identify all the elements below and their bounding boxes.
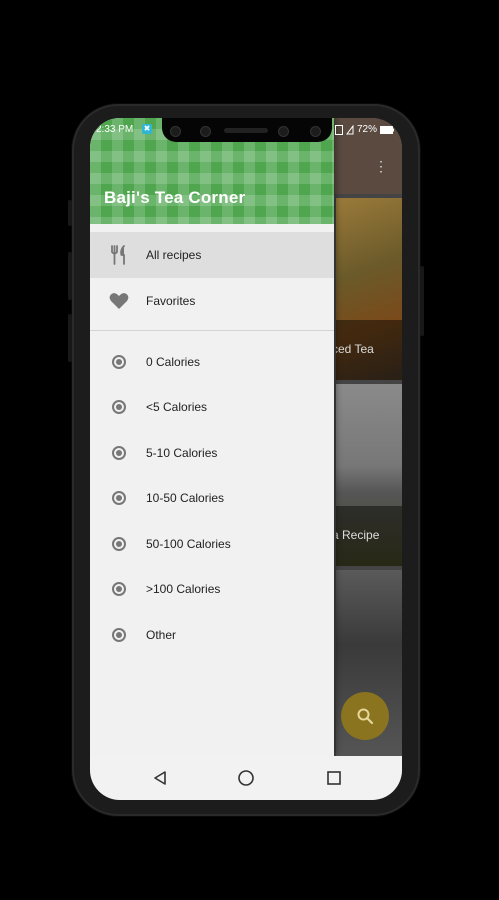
power-button xyxy=(420,266,424,336)
heart-icon xyxy=(108,290,130,312)
system-navigation-bar xyxy=(90,756,402,800)
navigation-drawer: Baji's Tea Corner All recipes Favorites xyxy=(90,118,334,756)
camera-icon xyxy=(310,126,321,137)
recents-button[interactable] xyxy=(324,768,344,788)
recipe-card[interactable]: ced Tea xyxy=(336,198,402,380)
drawer-item-label: >100 Calories xyxy=(146,582,221,596)
drawer-item-under-5-calories[interactable]: <5 Calories xyxy=(90,384,334,430)
recipe-caption-bar: a Recipe xyxy=(336,506,402,566)
search-fab[interactable] xyxy=(341,692,389,740)
drawer-item-over-100-calories[interactable]: >100 Calories xyxy=(90,566,334,612)
status-right-group: 72% xyxy=(334,124,394,135)
drawer-item-label: <5 Calories xyxy=(146,400,208,414)
drawer-item-label: Other xyxy=(146,628,177,642)
drawer-divider xyxy=(90,330,334,331)
sim-icon xyxy=(334,124,343,135)
phone-screen: ⋮ ced Tea a Recipe 2:33 PM ✖ 72% Baji's … xyxy=(90,118,402,800)
drawer-item-0-calories[interactable]: 0 Calories xyxy=(90,339,334,385)
drawer-item-10-50-calories[interactable]: 10-50 Calories xyxy=(90,475,334,521)
drawer-item-label: 0 Calories xyxy=(146,355,201,369)
earpiece-speaker xyxy=(224,128,268,133)
recipe-caption: ced Tea xyxy=(336,342,374,356)
drawer-item-50-100-calories[interactable]: 50-100 Calories xyxy=(90,521,334,567)
overflow-menu-icon[interactable]: ⋮ xyxy=(374,158,388,175)
sensor-icon xyxy=(170,126,181,137)
fork-knife-icon xyxy=(108,244,130,266)
drawer-item-label: All recipes xyxy=(146,248,202,262)
sensor-icon xyxy=(278,126,289,137)
drawer-item-label: 50-100 Calories xyxy=(146,537,231,551)
status-time: 2:33 PM xyxy=(96,124,134,135)
radio-icon xyxy=(108,533,130,555)
drawer-item-all-recipes[interactable]: All recipes xyxy=(90,232,334,278)
back-triangle-icon xyxy=(154,771,166,785)
drawer-item-other[interactable]: Other xyxy=(90,612,334,658)
home-circle-icon xyxy=(238,770,254,786)
signal-icon xyxy=(345,124,354,134)
radio-icon xyxy=(108,396,130,418)
camera-icon xyxy=(200,126,211,137)
radio-icon xyxy=(108,578,130,600)
search-icon xyxy=(357,708,374,725)
back-button[interactable] xyxy=(150,768,170,788)
drawer-title: Baji's Tea Corner xyxy=(104,188,246,207)
drawer-item-5-10-calories[interactable]: 5-10 Calories xyxy=(90,430,334,476)
radio-icon xyxy=(108,487,130,509)
drawer-item-label: 10-50 Calories xyxy=(146,491,225,505)
battery-icon xyxy=(380,125,394,134)
recipe-caption: a Recipe xyxy=(336,528,380,542)
drawer-item-label: 5-10 Calories xyxy=(146,446,218,460)
recipe-caption-bar: ced Tea xyxy=(336,320,402,380)
side-button xyxy=(68,200,72,226)
battery-percent: 72% xyxy=(356,124,377,135)
radio-icon xyxy=(108,624,130,646)
recents-square-icon xyxy=(327,771,341,785)
volume-up-button xyxy=(68,252,72,300)
notch xyxy=(162,118,332,142)
volume-down-button xyxy=(68,314,72,362)
notification-icon: ✖ xyxy=(142,124,152,134)
recipe-card[interactable]: a Recipe xyxy=(336,384,402,566)
drawer-item-label: Favorites xyxy=(146,294,196,308)
radio-icon xyxy=(108,351,130,373)
radio-icon xyxy=(108,442,130,464)
home-button[interactable] xyxy=(236,768,256,788)
drawer-item-favorites[interactable]: Favorites xyxy=(90,278,334,324)
